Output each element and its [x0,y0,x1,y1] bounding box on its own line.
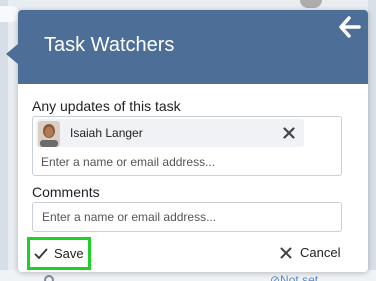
background-left-tab [0,6,18,22]
watchers-label: Any updates of this task [32,98,181,114]
save-button[interactable]: Save [27,237,91,270]
save-button-label: Save [54,246,84,261]
arrow-left-icon [339,16,361,38]
popover-title: Task Watchers [44,34,175,56]
remove-watcher-button[interactable] [281,125,297,141]
background-right-panel [368,0,376,281]
close-icon [283,127,295,139]
watcher-name: Isaiah Langer [70,126,143,140]
background-left-panel [0,0,8,281]
comments-input[interactable] [32,202,342,232]
popover-pointer [6,44,18,64]
background-status-icon [44,275,54,281]
watchers-field[interactable]: Isaiah Langer [32,116,342,176]
cancel-button-label: Cancel [300,245,341,260]
popover-header: Task Watchers [18,10,368,84]
checkmark-icon [34,248,48,259]
background-not-set-link: ⊘Not set [270,273,319,281]
cancel-button[interactable]: Cancel [278,244,344,264]
back-button[interactable] [338,16,362,38]
close-icon [280,247,292,259]
watcher-search-input[interactable] [41,153,331,171]
background-avatar-fragment [300,0,322,8]
watcher-chip: Isaiah Langer [36,119,304,147]
user-avatar [38,121,60,147]
comments-label: Comments [32,184,100,200]
